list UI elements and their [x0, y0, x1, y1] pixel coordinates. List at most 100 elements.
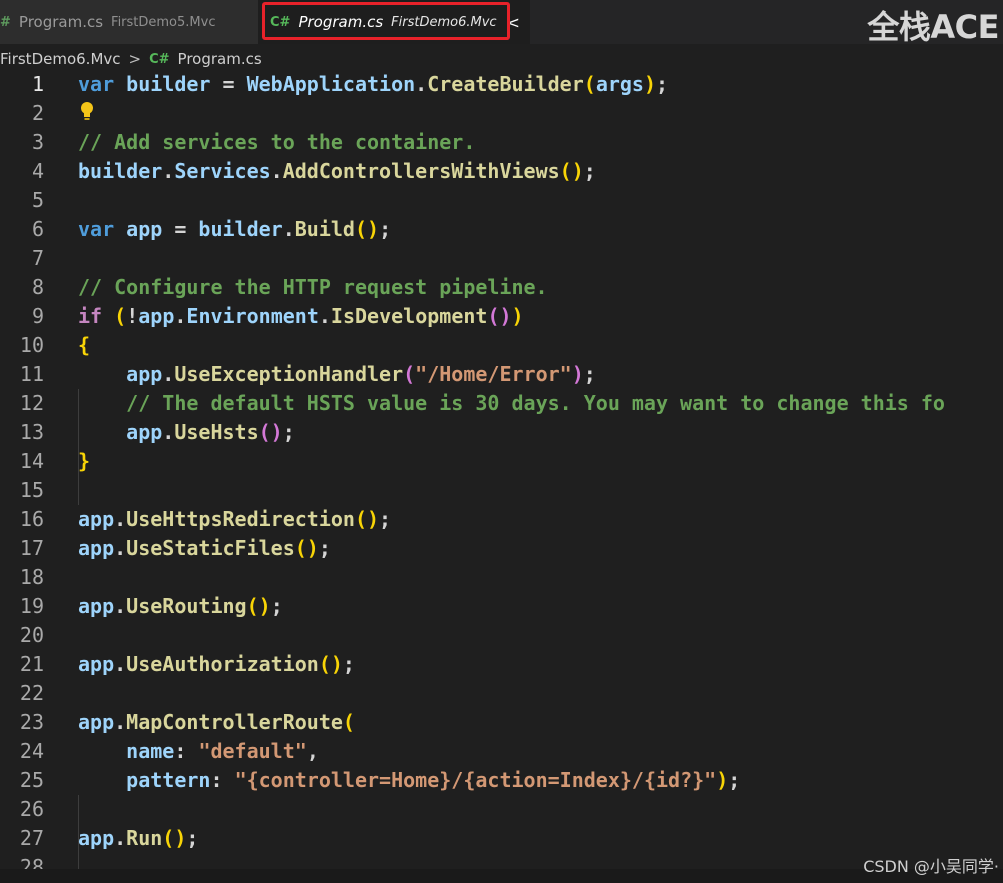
code-token: ;: [318, 536, 331, 560]
code-line[interactable]: 6 var app = builder.Build();: [0, 215, 1003, 244]
code-line[interactable]: 20: [0, 621, 1003, 650]
code-token: ): [716, 768, 729, 792]
breadcrumb-project[interactable]: FirstDemo6.Mvc: [0, 50, 121, 68]
code-token: app: [78, 507, 115, 531]
code-text: var app = builder.Build();: [78, 215, 391, 244]
code-token: ;: [282, 420, 295, 444]
code-editor[interactable]: 1 var builder = WebApplication.CreateBuil…: [0, 70, 1003, 882]
line-number: 25: [19, 768, 44, 792]
code-token: .: [318, 304, 331, 328]
code-line[interactable]: 13 app.UseHsts();: [0, 418, 1003, 447]
code-line[interactable]: 9 if (!app.Environment.IsDevelopment()): [0, 302, 1003, 331]
code-line[interactable]: 18: [0, 563, 1003, 592]
code-line[interactable]: 27 app.Run();: [0, 824, 1003, 853]
line-number: 16: [19, 507, 44, 531]
code-token: .: [270, 159, 283, 183]
line-number: 3: [31, 130, 44, 154]
code-token: .: [114, 536, 127, 560]
code-token: UseHttpsRedirection: [126, 507, 355, 531]
code-token: (: [583, 72, 596, 96]
code-token: app: [126, 420, 163, 444]
code-text: pattern: "{controller=Home}/{action=Inde…: [78, 766, 740, 795]
code-token: :: [210, 768, 235, 792]
code-token: app: [78, 826, 115, 850]
code-token: app: [126, 217, 163, 241]
code-token: (): [559, 159, 584, 183]
code-token: args: [595, 72, 644, 96]
code-token: IsDevelopment: [330, 304, 488, 328]
code-text: app.UseStaticFiles();: [78, 534, 331, 563]
code-token: .: [114, 594, 127, 618]
tab-bar: # Program.cs FirstDemo5.Mvc C# Program.c…: [0, 0, 1003, 46]
line-number: 12: [19, 391, 44, 415]
code-line[interactable]: 3 // Add services to the container.: [0, 128, 1003, 157]
line-number: 8: [31, 275, 44, 299]
code-line[interactable]: 16 app.UseHttpsRedirection();: [0, 505, 1003, 534]
code-line[interactable]: 11 app.UseExceptionHandler("/Home/Error"…: [0, 360, 1003, 389]
code-line[interactable]: 4 builder.Services.AddControllersWithView…: [0, 157, 1003, 186]
code-text: app.UseExceptionHandler("/Home/Error");: [78, 360, 596, 389]
code-token: app: [78, 652, 115, 676]
code-token: (): [354, 217, 380, 241]
line-number: 18: [19, 565, 44, 589]
code-token: .: [114, 826, 127, 850]
code-token: WebApplication: [246, 72, 416, 96]
code-line[interactable]: 2: [0, 99, 1003, 128]
line-number: 15: [19, 478, 44, 502]
line-number: 7: [31, 246, 44, 270]
code-text: app.UseAuthorization();: [78, 650, 355, 679]
code-line[interactable]: 5: [0, 186, 1003, 215]
code-line[interactable]: 12 // The default HSTS value is 30 days.…: [0, 389, 1003, 418]
code-token: builder: [198, 217, 283, 241]
code-token: UseHsts: [174, 420, 259, 444]
code-line[interactable]: 7: [0, 244, 1003, 273]
code-text: name: "default",: [78, 737, 319, 766]
code-line[interactable]: 23 app.MapControllerRoute(: [0, 708, 1003, 737]
code-token: ;: [583, 362, 596, 386]
code-line[interactable]: 14}: [0, 447, 1003, 476]
code-line[interactable]: 24 name: "default",: [0, 737, 1003, 766]
breadcrumb: FirstDemo6.Mvc > C# Program.cs: [0, 46, 262, 72]
line-number: 13: [19, 420, 44, 444]
code-token: builder: [78, 159, 163, 183]
code-line[interactable]: 22: [0, 679, 1003, 708]
code-token: (): [318, 652, 343, 676]
tab-program-cs-firstdemo5[interactable]: # Program.cs FirstDemo5.Mvc: [0, 0, 258, 44]
code-token: (): [354, 507, 380, 531]
code-line[interactable]: 26: [0, 795, 1003, 824]
code-text: app.UseRouting();: [78, 592, 283, 621]
code-token: (: [114, 304, 127, 328]
code-token: =: [210, 72, 247, 96]
code-token: .: [174, 304, 187, 328]
code-line[interactable]: 15: [0, 476, 1003, 505]
code-token: .: [162, 159, 175, 183]
code-line[interactable]: 1 var builder = WebApplication.CreateBuil…: [0, 70, 1003, 99]
code-line[interactable]: 19 app.UseRouting();: [0, 592, 1003, 621]
code-line[interactable]: 10 {: [0, 331, 1003, 360]
code-token: (): [246, 594, 271, 618]
code-line[interactable]: 21 app.UseAuthorization();: [0, 650, 1003, 679]
line-number: 1: [31, 72, 44, 96]
code-line[interactable]: 25 pattern: "{controller=Home}/{action=I…: [0, 766, 1003, 795]
code-text: app.UseHttpsRedirection();: [78, 505, 391, 534]
code-token: app: [78, 594, 115, 618]
code-token: ,: [306, 739, 319, 763]
line-number: 2: [31, 101, 44, 125]
line-number: 9: [31, 304, 44, 328]
code-token: builder: [126, 72, 211, 96]
line-number: 6: [31, 217, 44, 241]
code-token: !: [126, 304, 139, 328]
line-number: 20: [19, 623, 44, 647]
breadcrumb-separator: >: [128, 50, 142, 68]
breadcrumb-file[interactable]: Program.cs: [178, 50, 262, 68]
line-number: 19: [19, 594, 44, 618]
code-token: .: [162, 362, 175, 386]
code-line[interactable]: 17 app.UseStaticFiles();: [0, 534, 1003, 563]
code-line[interactable]: 8 // Configure the HTTP request pipeline.: [0, 273, 1003, 302]
code-token: (): [487, 304, 512, 328]
